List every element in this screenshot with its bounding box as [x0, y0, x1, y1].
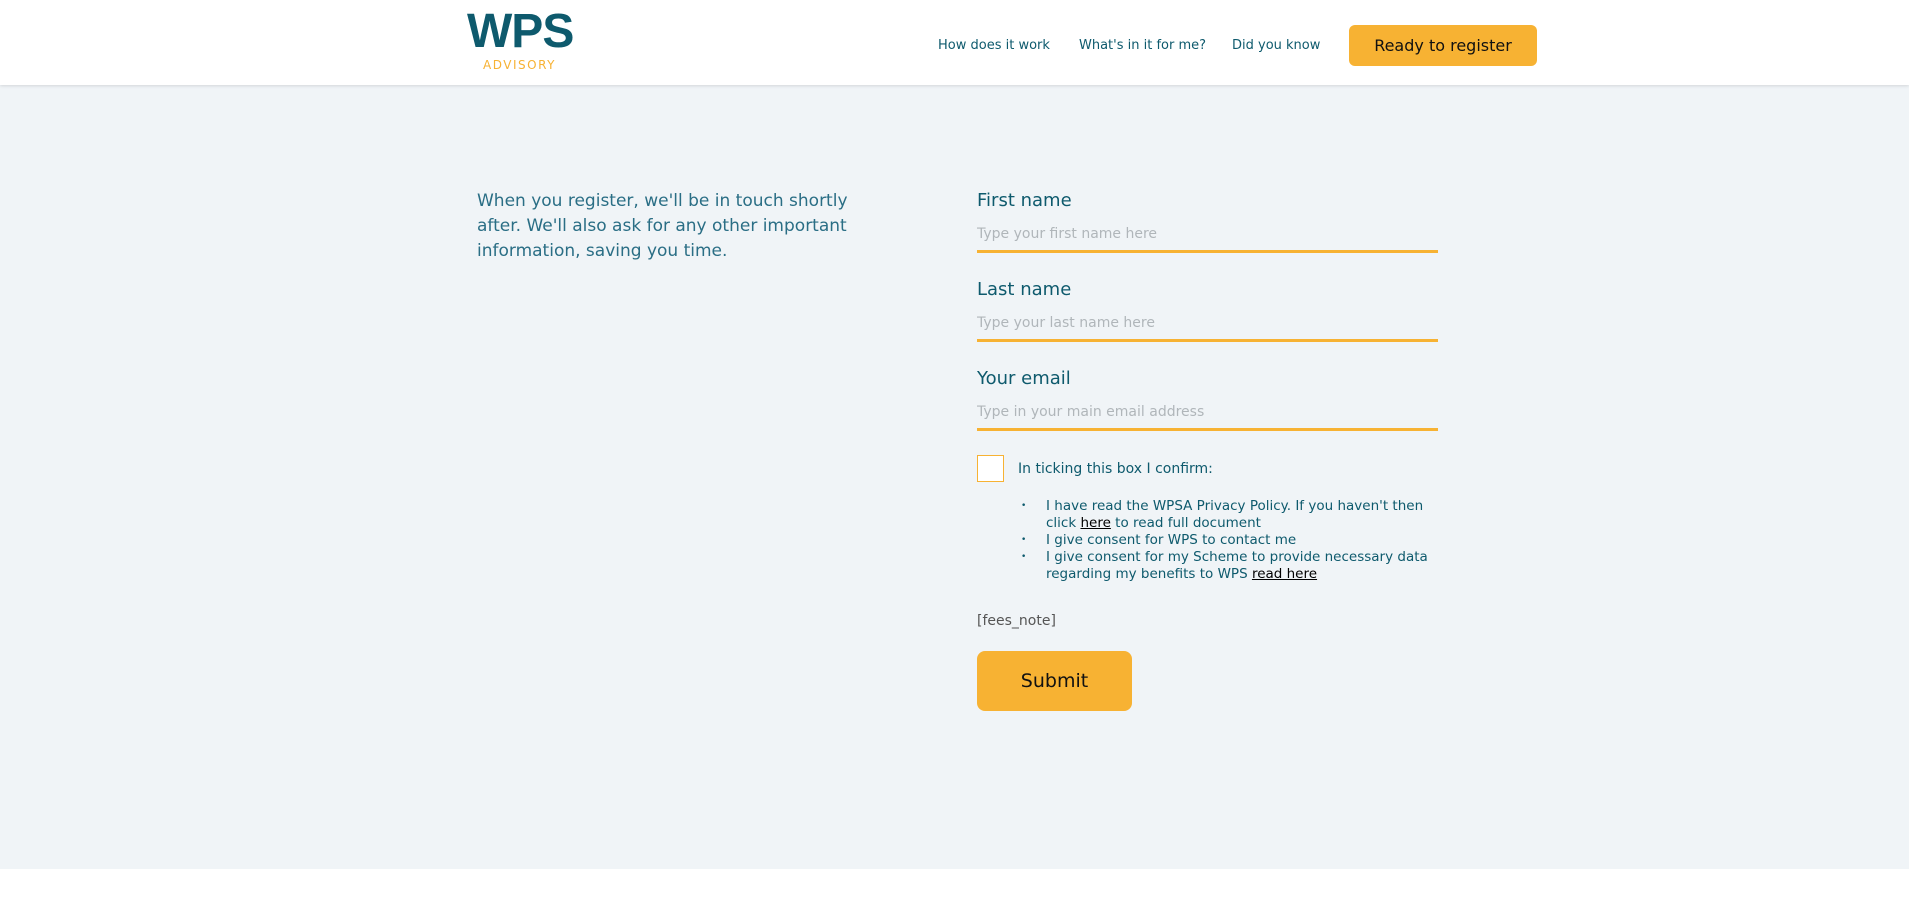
last-name-label: Last name — [977, 279, 1072, 300]
first-name-input[interactable] — [977, 214, 1438, 253]
submit-button[interactable]: Submit — [977, 651, 1132, 711]
last-name-input[interactable] — [977, 303, 1438, 342]
confirm-label: In ticking this box I confirm: — [1018, 460, 1213, 477]
registration-form: First name Last name Your email In ticki… — [977, 190, 1438, 711]
privacy-policy-link[interactable]: here — [1080, 515, 1110, 531]
fees-note: [fees_note] — [977, 613, 1056, 629]
consent-item-contact: I give consent for WPS to contact me — [1021, 532, 1438, 549]
ready-to-register-button[interactable]: Ready to register — [1349, 25, 1537, 66]
site-header: WPS ADVISORY How does it work What's in … — [0, 0, 1909, 85]
consent-text: I give consent for my Scheme to provide … — [1046, 549, 1428, 582]
main-content: When you register, we'll be in touch sho… — [0, 85, 1909, 869]
logo-text: WPS — [467, 5, 574, 58]
nav-how-does-it-work[interactable]: How does it work — [938, 38, 1050, 53]
consent-item-scheme: I give consent for my Scheme to provide … — [1021, 549, 1438, 583]
intro-text: When you register, we'll be in touch sho… — [477, 191, 848, 261]
logo-subtext: ADVISORY — [483, 58, 556, 72]
nav-whats-in-it-for-me[interactable]: What's in it for me? — [1079, 38, 1206, 53]
email-input[interactable] — [977, 392, 1438, 431]
confirm-checkbox[interactable] — [977, 455, 1004, 482]
wps-logo[interactable]: WPS ADVISORY — [467, 5, 574, 73]
email-label: Your email — [977, 368, 1071, 389]
read-here-link[interactable]: read here — [1252, 566, 1317, 582]
consent-list: I have read the WPSA Privacy Policy. If … — [1021, 498, 1438, 583]
nav-did-you-know[interactable]: Did you know — [1232, 38, 1320, 53]
consent-item-privacy: I have read the WPSA Privacy Policy. If … — [1021, 498, 1438, 532]
consent-text: to read full document — [1110, 515, 1261, 531]
consent-text: I give consent for WPS to contact me — [1046, 532, 1297, 548]
first-name-label: First name — [977, 190, 1072, 211]
